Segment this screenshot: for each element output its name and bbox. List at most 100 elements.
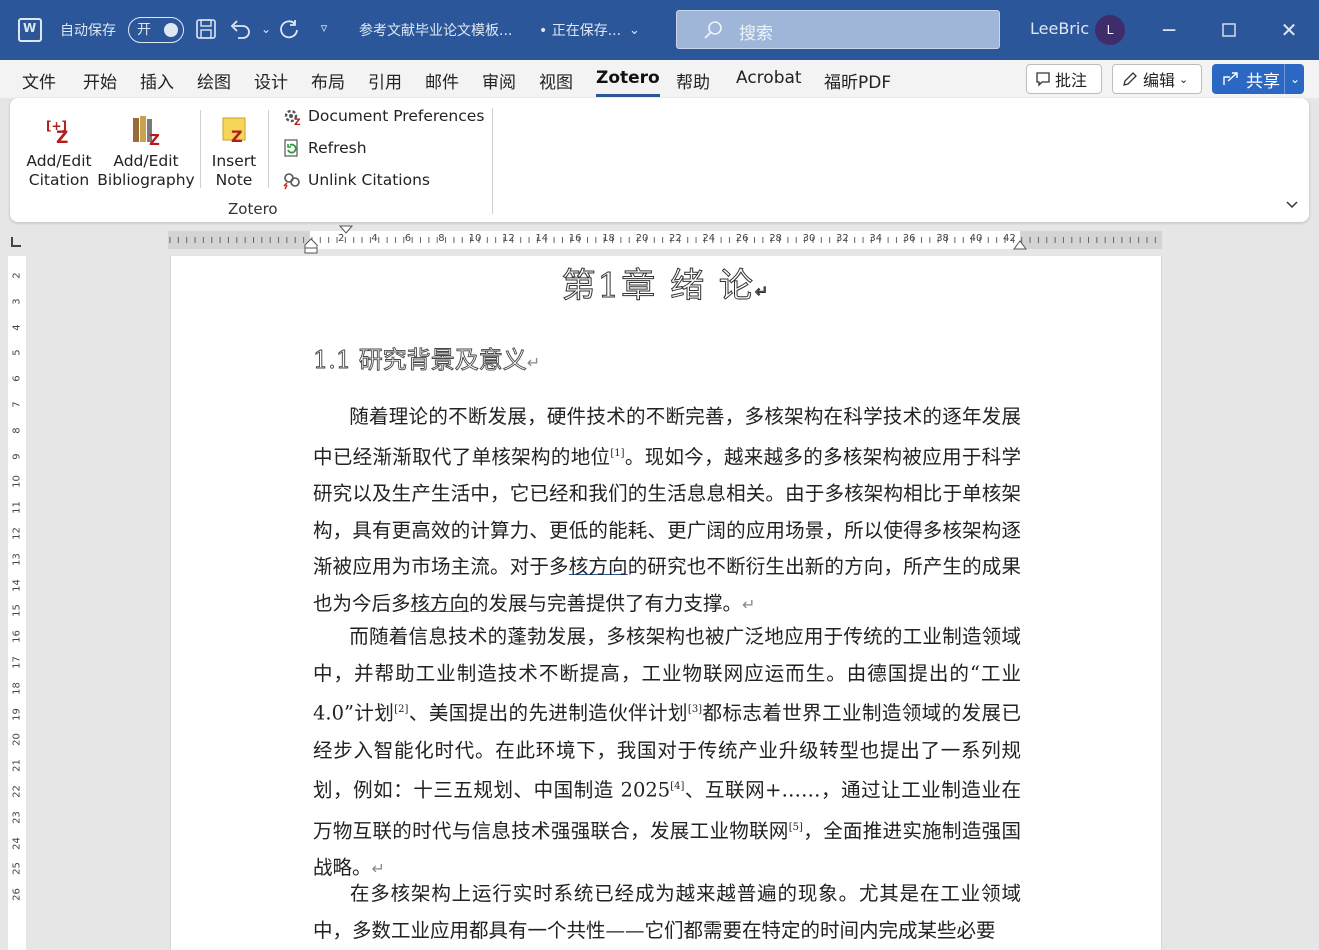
body-paragraph-3[interactable]: 在多核架构上运行实时系统已经成为越来越普遍的现象。尤其是在工业领域中，多数工业应… [313, 876, 1021, 949]
tab-acrobat[interactable]: Acrobat [736, 68, 802, 88]
tab-foxit-pdf[interactable]: 福昕PDF [824, 68, 891, 93]
ribbon-group-label: Zotero [228, 200, 278, 218]
add-edit-citation-label-1: Add/Edit [26, 152, 92, 170]
search-placeholder: 搜索 [739, 24, 773, 44]
collapse-ribbon-chevron-icon[interactable] [1284, 196, 1300, 212]
ruler-number: 20 [635, 233, 649, 244]
chapter-heading[interactable]: 第1章 绪 论↵ [171, 258, 1161, 307]
vertical-ruler-number: 19 [11, 707, 23, 721]
vertical-ruler[interactable]: 2 3 4 5 6 7 8 9 10 11 12 13 14 15 16 17 18 19 20 21 22 23 24 25… [0, 256, 30, 950]
paragraph-mark: ↵ [754, 282, 771, 302]
redo-icon[interactable] [278, 18, 300, 40]
citation-ref[interactable]: [3] [688, 704, 702, 715]
vertical-ruler-number: 5 [11, 349, 23, 357]
vertical-ruler-number: 24 [11, 836, 23, 850]
vertical-ruler-number: 13 [11, 552, 23, 566]
close-icon[interactable]: ✕ [1275, 16, 1303, 44]
insert-note-label-1: Insert [211, 152, 257, 170]
refresh-icon [282, 138, 302, 158]
vertical-ruler-number: 8 [11, 427, 23, 434]
unlink-citations-label: Unlink Citations [308, 171, 430, 189]
ruler-number: 24 [702, 233, 716, 244]
section-heading-text: 1.1 研究背景及意义 [313, 346, 528, 375]
vertical-ruler-number: 20 [11, 733, 23, 747]
right-indent-marker-icon[interactable] [1012, 239, 1028, 251]
vertical-ruler-number: 12 [11, 527, 23, 540]
hanging-indent-marker-icon[interactable] [303, 237, 319, 255]
share-chevron-down-icon[interactable]: ⌄ [1290, 72, 1300, 86]
undo-icon[interactable] [229, 18, 251, 40]
vertical-ruler-number: 26 [11, 888, 23, 902]
vertical-ruler-number: 6 [11, 375, 23, 382]
citation-ref[interactable]: [2] [394, 704, 408, 715]
refresh-button[interactable]: Refresh [282, 136, 367, 160]
gear-icon: Z [282, 106, 302, 128]
ribbon-separator [268, 110, 269, 188]
ribbon-separator [200, 110, 201, 188]
tab-review[interactable]: 审阅 [482, 68, 516, 93]
paragraph-text: 在多核架构上运行实时系统已经成为越来越普遍的现象。尤其是在工业领域中，多数工业应… [313, 882, 1021, 942]
ruler-number: 40 [969, 233, 983, 244]
minimize-icon[interactable]: ─ [1155, 16, 1183, 44]
share-divider [1284, 64, 1285, 94]
document-preferences-button[interactable]: Z Document Preferences [282, 104, 484, 128]
tab-layout[interactable]: 布局 [311, 68, 345, 93]
word-app-icon [18, 18, 42, 42]
comment-icon [1036, 72, 1050, 87]
undo-dropdown-icon[interactable]: ⌄ [255, 18, 277, 40]
customize-toolbar-icon[interactable]: ▿ [313, 18, 335, 40]
autosave-toggle[interactable]: 开 [128, 17, 184, 43]
comments-button[interactable]: 批注 [1026, 64, 1102, 94]
share-button[interactable]: 共享 ⌄ [1212, 64, 1304, 94]
title-chevron-down-icon[interactable]: ⌄ [629, 0, 640, 60]
maximize-icon[interactable] [1215, 16, 1243, 44]
unlink-citations-button[interactable]: Unlink Citations [282, 168, 430, 192]
search-box[interactable]: 搜索 [676, 10, 1000, 49]
citation-ref[interactable]: [4] [670, 781, 684, 792]
comments-label: 批注 [1055, 71, 1088, 90]
vertical-ruler-number: 9 [11, 452, 23, 460]
add-edit-citation-button[interactable]: [+] Z Add/Edit Citation [24, 114, 94, 190]
save-icon[interactable] [195, 18, 217, 40]
add-edit-bibliography-button[interactable]: Z Add/Edit Bibliography [96, 114, 196, 190]
vertical-ruler-number: 16 [11, 630, 23, 644]
avatar[interactable]: L [1095, 15, 1125, 45]
tab-draw[interactable]: 绘图 [197, 68, 231, 93]
tab-references[interactable]: 引用 [368, 68, 402, 93]
tab-zotero[interactable]: Zotero [596, 68, 660, 97]
body-paragraph-1[interactable]: 随着理论的不断发展，硬件技术的不断完善，多核架构在科学技术的逐年发展中已经渐渐取… [313, 399, 1021, 624]
body-paragraph-2[interactable]: 而随着信息技术的蓬勃发展，多核架构也被广泛地应用于传统的工业制造领域中，并帮助工… [313, 619, 1021, 887]
vertical-ruler-number: 22 [11, 785, 23, 798]
first-line-indent-marker-icon[interactable] [339, 225, 353, 235]
document-page[interactable]: 第1章 绪 论↵ 1.1 研究背景及意义↵ 随着理论的不断发展，硬件技术的不断完… [170, 256, 1162, 950]
tab-view[interactable]: 视图 [539, 68, 573, 93]
autosave-label: 自动保存 [60, 23, 116, 39]
insert-note-button[interactable]: Z Insert Note [206, 114, 262, 190]
document-title[interactable]: 参考文献毕业论文模板... [359, 0, 512, 60]
tab-home[interactable]: 开始 [83, 68, 117, 93]
ribbon-zotero: [+] Z Add/Edit Citation Z Add/Edit Biblio… [10, 98, 1309, 222]
vertical-ruler-number: 23 [11, 810, 23, 824]
vertical-ruler-number: 25 [11, 862, 23, 876]
tab-insert[interactable]: 插入 [140, 68, 174, 93]
section-heading[interactable]: 1.1 研究背景及意义↵ [313, 340, 541, 375]
svg-text:Z: Z [231, 127, 243, 146]
tab-file[interactable]: 文件 [22, 68, 56, 93]
share-label: 共享 [1246, 71, 1280, 92]
tab-mailings[interactable]: 邮件 [425, 68, 459, 93]
tab-help[interactable]: 帮助 [676, 68, 710, 93]
tab-design[interactable]: 设计 [254, 68, 288, 93]
vertical-ruler-number: 2 [11, 272, 23, 279]
editing-mode-button[interactable]: 编辑 ⌄ [1112, 64, 1202, 94]
underlined-text: 核方向 [568, 555, 628, 579]
ruler-number: 16 [568, 233, 582, 244]
save-status: • 正在保存... [539, 23, 622, 39]
ribbon-separator [492, 108, 493, 214]
citation-ref[interactable]: [1] [610, 448, 624, 459]
citation-icon: [+] Z [42, 114, 76, 148]
user-name[interactable]: LeeBric [1030, 19, 1089, 38]
horizontal-ruler[interactable]: 2 4 6 8 10 12 14 16 18 20 22 24 26 28 30 32 34 36 38 40 42 [0, 225, 1319, 255]
paragraph-text: 的发展与完善提供了有力支撑。 [469, 592, 743, 616]
citation-ref[interactable]: [5] [789, 822, 803, 833]
toggle-knob [164, 23, 178, 37]
